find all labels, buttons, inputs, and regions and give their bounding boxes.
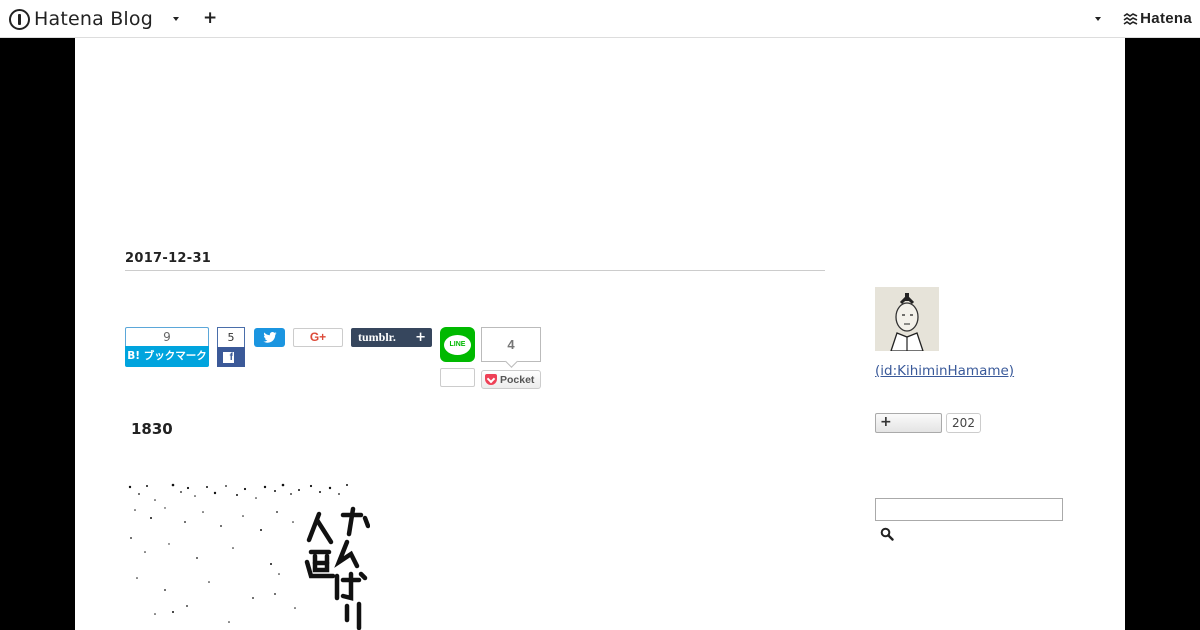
blog-page: 2017-12-31 9 B! ブックマーク 5 f G+ tumblr. + … <box>75 38 1125 630</box>
hatena-wordmark: Hatena <box>1140 10 1192 27</box>
brand-name: Hatena Blog <box>34 8 153 30</box>
pocket-label: Pocket <box>500 373 535 386</box>
follow-button[interactable]: + <box>875 413 942 433</box>
line-share-count <box>440 368 475 387</box>
facebook-icon: f <box>223 351 234 363</box>
hatena-bookmark-count[interactable]: 9 <box>125 327 209 346</box>
entry-heading: 1830 <box>131 420 173 438</box>
chevron-down-icon[interactable] <box>173 17 179 21</box>
facebook-share-button[interactable]: 5 f <box>217 327 245 367</box>
add-post-button[interactable]: + <box>203 9 217 27</box>
pocket-save-button[interactable]: Pocket <box>481 370 541 389</box>
search-icon[interactable] <box>880 527 894 541</box>
search-input[interactable] <box>875 498 1063 521</box>
global-header: Hatena Blog + Hatena <box>0 0 1200 38</box>
pocket-save-count: 4 <box>481 327 541 362</box>
follower-count[interactable]: 202 <box>946 413 981 433</box>
line-icon: LINE <box>444 334 471 355</box>
entry-date[interactable]: 2017-12-31 <box>125 251 211 266</box>
facebook-button-body[interactable]: f <box>217 347 245 367</box>
hatena-blog-logo[interactable]: Hatena Blog <box>9 6 153 32</box>
google-plus-share-button[interactable]: G+ <box>293 328 343 347</box>
calligraphy-strokes <box>304 506 370 630</box>
plus-icon: + <box>415 330 426 345</box>
user-menu-chevron-down-icon[interactable] <box>1095 17 1101 21</box>
ink-illustration <box>128 483 370 630</box>
twitter-bird-icon <box>262 332 277 343</box>
date-divider <box>125 270 825 271</box>
tumblr-share-button[interactable]: tumblr. + <box>351 328 432 347</box>
avatar-portrait <box>875 287 939 351</box>
line-share-button[interactable]: LINE <box>440 327 475 362</box>
hatena-bookmark-button[interactable]: 9 B! ブックマーク <box>125 327 209 367</box>
hatena-waves-icon <box>1123 12 1138 25</box>
facebook-share-count: 5 <box>217 327 245 347</box>
profile-link[interactable]: (id:KihiminHamame) <box>875 363 1014 379</box>
profile-avatar[interactable] <box>875 287 939 351</box>
tumblr-label: tumblr. <box>358 330 396 344</box>
hatena-bookmark-label[interactable]: B! ブックマーク <box>125 346 209 367</box>
twitter-share-button[interactable] <box>254 328 285 347</box>
entry-image[interactable] <box>125 482 370 630</box>
hatena-blog-logo-icon <box>9 8 30 30</box>
pocket-icon <box>485 374 497 385</box>
hatena-logo-link[interactable]: Hatena <box>1123 10 1192 27</box>
